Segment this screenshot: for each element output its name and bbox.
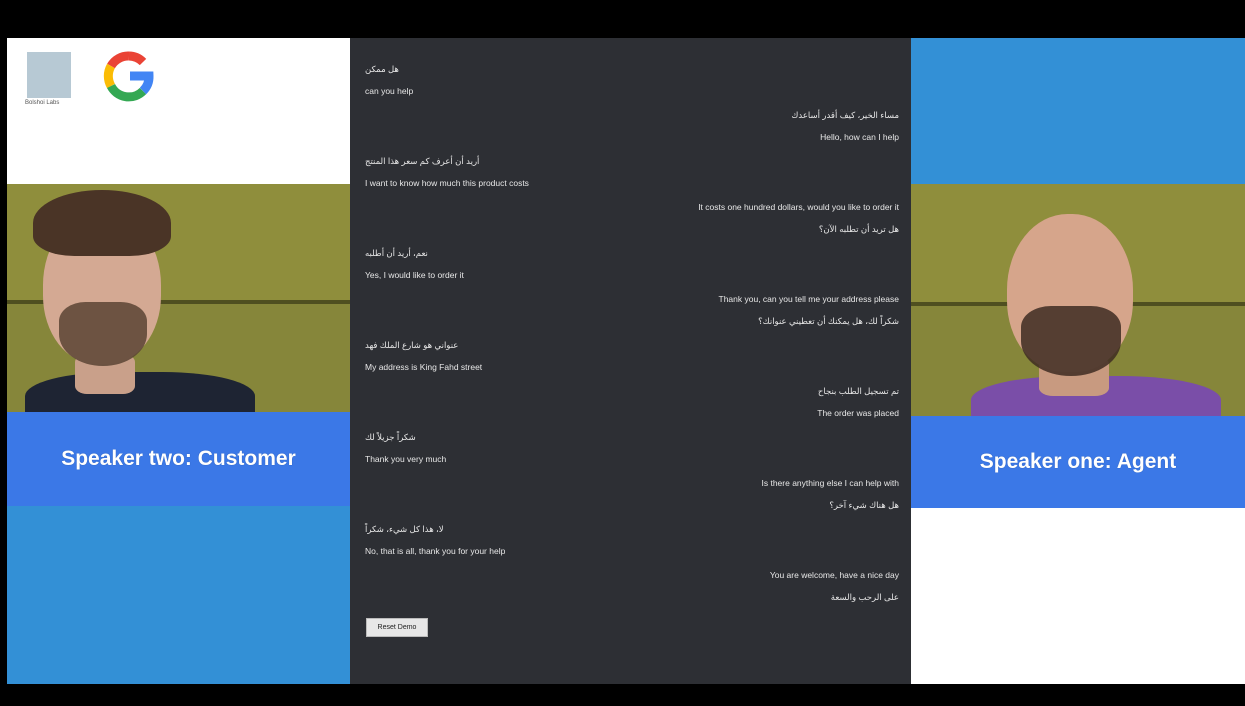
transcript-line: شكراً لك، هل يمكنك أن تعطيني عنوانك؟ [758,316,899,326]
transcript-line: Yes, I would like to order it [365,270,464,280]
agent-label-band: Speaker one: Agent [911,416,1245,508]
transcript-line: It costs one hundred dollars, would you … [698,202,899,212]
transcript-line: Thank you very much [365,454,447,464]
transcript-line: I want to know how much this product cos… [365,178,529,188]
app-frame: Bolshoi Labs Speaker two: Customer هل مم… [7,38,1245,684]
customer-label-band: Speaker two: Customer [7,412,350,506]
customer-beard [59,302,147,366]
transcript-panel: هل ممكن can you help مساء الخير، كيف أقدر … [350,38,911,684]
transcript-line: هل ممكن [365,64,399,74]
customer-panel: Bolshoi Labs Speaker two: Customer [7,38,350,684]
transcript-line: مساء الخير، كيف أقدر أساعدك [791,110,899,120]
transcript-line: My address is King Fahd street [365,362,483,372]
transcript-line: The order was placed [817,408,899,418]
transcript-line: شكراً جزيلاً لك [365,432,416,442]
transcript-line: نعم، أريد أن أطلبه [365,248,428,258]
customer-lower-panel [7,506,350,684]
transcript-line: تم تسجيل الطلب بنجاح [817,386,899,396]
agent-lower-panel [911,508,1245,684]
customer-video [7,184,350,412]
reset-demo-button[interactable]: Reset Demo [366,618,428,637]
customer-hair [33,190,171,256]
agent-beard [1021,306,1121,376]
transcript-line: لا، هذا كل شيء، شكراً [365,524,444,534]
transcript-line: You are welcome, have a nice day [769,570,899,580]
agent-video [911,184,1245,416]
transcript-line: أريد أن أعرف كم سعر هذا المنتج [365,156,480,166]
transcript-line: هل تريد أن تطلبه الآن؟ [818,224,899,234]
transcript-line: can you help [365,86,414,96]
transcript-line: على الرحب والسعة [830,592,899,602]
agent-speaker-label: Speaker one: Agent [979,450,1177,473]
agent-panel: Speaker one: Agent [911,38,1245,684]
agent-upper-panel [911,38,1245,184]
customer-body [25,372,255,412]
customer-speaker-label: Speaker two: Customer [61,447,296,470]
transcript-line: عنواني هو شارع الملك فهد [365,340,459,350]
logo-area: Bolshoi Labs [7,38,350,184]
partner-logo-text: Bolshoi Labs [25,100,60,106]
transcript-line: Thank you, can you tell me your address … [718,294,900,304]
transcript-line: Is there anything else I can help with [761,478,900,488]
transcript-line: Hello, how can I help [820,132,899,142]
transcript-line: No, that is all, thank you for your help [365,546,506,556]
partner-logo-icon [27,52,71,98]
google-logo-icon [103,51,154,102]
transcript-line: هل هناك شيء آخر؟ [829,500,899,510]
